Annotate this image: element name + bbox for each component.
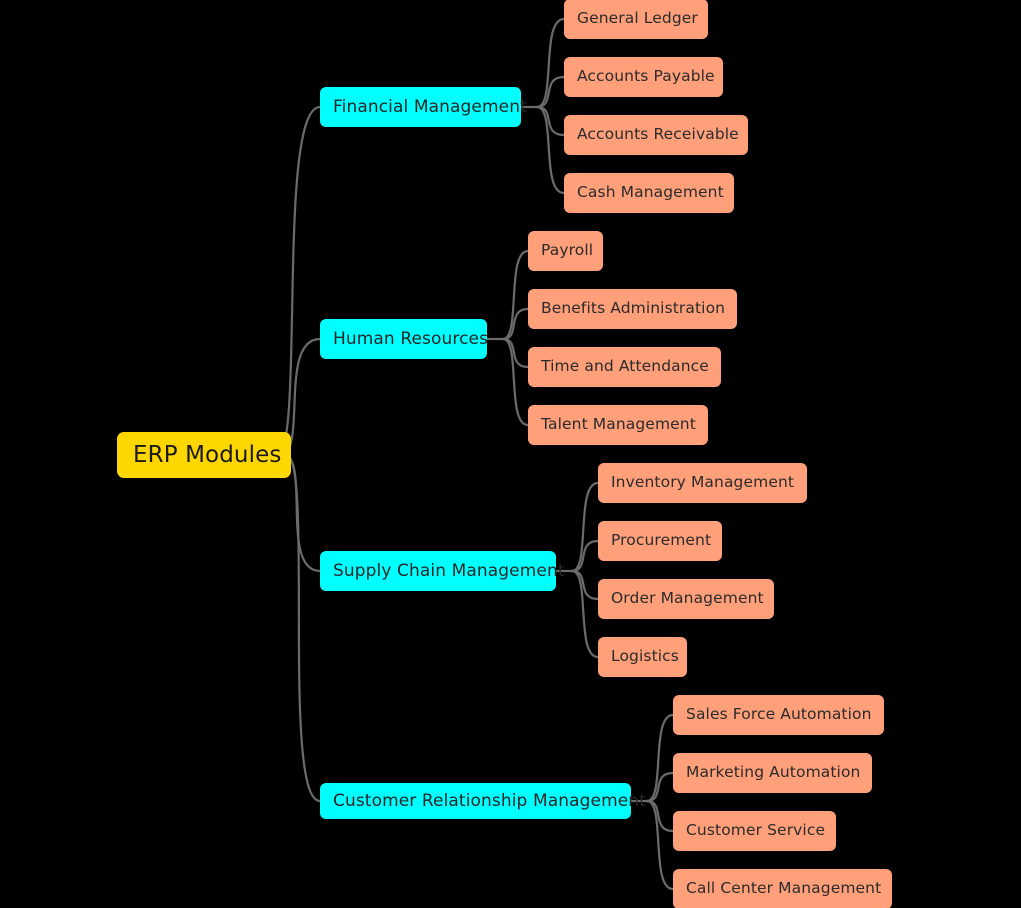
leaf-node[interactable]: Order Management: [598, 579, 774, 619]
leaf-node[interactable]: Cash Management: [564, 173, 734, 213]
connector-line-root: [284, 453, 322, 803]
leaf-node[interactable]: Sales Force Automation: [673, 695, 884, 735]
leaf-node[interactable]: Customer Service: [673, 811, 836, 851]
connector-line-leaf: [501, 337, 530, 427]
branch-node[interactable]: Supply Chain Management: [320, 551, 564, 591]
leaf-node[interactable]: Time and Attendance: [528, 347, 721, 387]
connector-line-leaf: [645, 799, 675, 833]
leaf-node[interactable]: General Ledger: [564, 0, 708, 39]
connector-line-leaf: [535, 105, 566, 195]
connector-line-leaf: [645, 799, 675, 891]
leaf-node[interactable]: Inventory Management: [598, 463, 807, 503]
connector-line-leaf: [570, 569, 600, 601]
leaf-node[interactable]: Accounts Payable: [564, 57, 723, 97]
connector-line-leaf: [570, 481, 600, 573]
leaf-node[interactable]: Logistics: [598, 637, 687, 677]
connector-line-leaf: [501, 307, 530, 341]
leaf-node[interactable]: Benefits Administration: [528, 289, 737, 329]
leaf-node[interactable]: Talent Management: [528, 405, 708, 445]
connector-line-leaf: [570, 539, 600, 573]
connector-line-leaf: [645, 713, 675, 803]
leaf-node[interactable]: Marketing Automation: [673, 753, 872, 793]
connector-line-leaf: [501, 249, 530, 341]
leaf-node[interactable]: Payroll: [528, 231, 603, 271]
branch-node[interactable]: Human Resources: [320, 319, 488, 359]
connector-line-leaf: [535, 75, 566, 109]
connector-line-root: [275, 105, 322, 457]
connector-line-leaf: [570, 569, 600, 659]
connector-line-leaf: [535, 105, 566, 137]
root-node[interactable]: ERP Modules: [117, 432, 291, 478]
branch-node[interactable]: Customer Relationship Management: [320, 783, 646, 819]
leaf-node[interactable]: Procurement: [598, 521, 722, 561]
leaf-node[interactable]: Accounts Receivable: [564, 115, 748, 155]
mindmap-canvas: Financial Management General Ledger Accoun…: [0, 0, 1021, 908]
connector-line-leaf: [535, 17, 566, 109]
leaf-node[interactable]: Call Center Management: [673, 869, 892, 908]
branch-node[interactable]: Financial Management: [320, 87, 527, 127]
connector-line-leaf: [645, 771, 675, 803]
connector-line-leaf: [501, 337, 530, 369]
